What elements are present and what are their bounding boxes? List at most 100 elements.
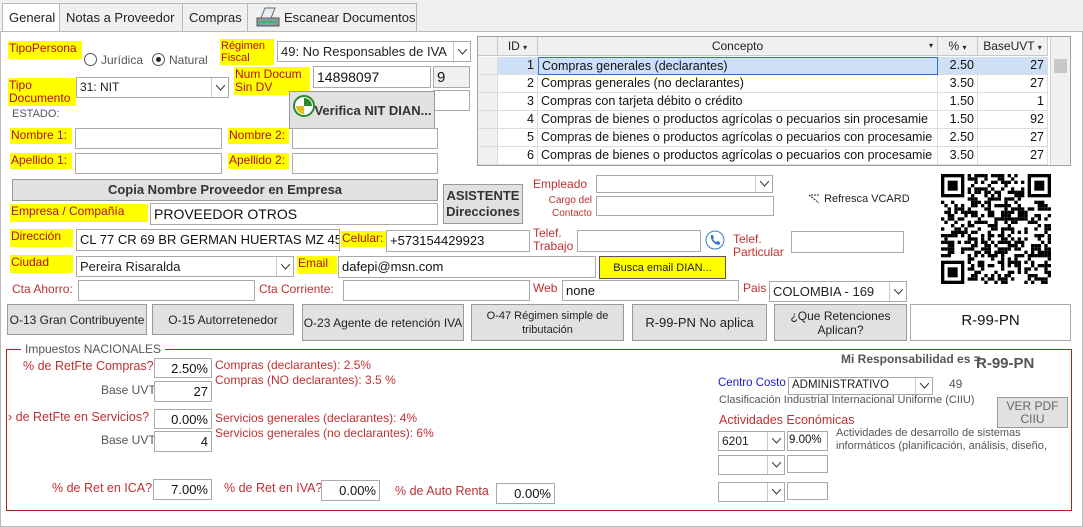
phone-icon[interactable] bbox=[705, 230, 725, 250]
tab-compras[interactable]: Compras bbox=[182, 3, 248, 32]
table-cell-pct[interactable]: 3.50 bbox=[938, 75, 978, 93]
impuestos-legend: Impuestos NACIONALES bbox=[21, 342, 166, 356]
table-cell-pct[interactable]: 1.50 bbox=[938, 111, 978, 129]
base-uvt-compras-input[interactable]: 27 bbox=[154, 381, 212, 402]
centro-costo-label: Centro Costo bbox=[718, 377, 786, 389]
tab-notas-proveedor[interactable]: Notas a Proveedor bbox=[59, 3, 183, 32]
responsabilidad-field: R-99-PN bbox=[910, 304, 1071, 341]
table-cell-concepto[interactable]: Compras de bienes o productos agrícolas … bbox=[538, 129, 938, 147]
radio-natural[interactable] bbox=[152, 53, 165, 66]
radio-juridica[interactable] bbox=[84, 53, 97, 66]
telef-trabajo-label: Telef. Trabajo bbox=[533, 226, 574, 253]
que-retenciones-aplican-button[interactable]: ¿Que Retenciones Aplican? bbox=[774, 304, 907, 341]
table-cell-uvt[interactable]: 92 bbox=[978, 111, 1048, 129]
tab-escanear-documentos[interactable]: Escanear Documentos bbox=[247, 3, 417, 32]
refresca-vcard-button[interactable]: Refresca VCARD bbox=[807, 193, 910, 205]
table-cell-uvt[interactable]: 1 bbox=[978, 93, 1048, 111]
row-selector[interactable] bbox=[478, 57, 498, 75]
empleado-select[interactable] bbox=[596, 175, 773, 193]
num-doc-input[interactable]: 14898097 bbox=[313, 66, 431, 88]
web-input[interactable]: none bbox=[562, 280, 739, 301]
ver-pdf-ciiu-button[interactable]: VER PDF CIIU bbox=[997, 397, 1068, 428]
nombre1-input[interactable] bbox=[75, 128, 222, 149]
centro-costo-num: 49 bbox=[949, 377, 963, 391]
cta-ahorro-input[interactable] bbox=[78, 280, 255, 301]
telef-particular-input[interactable] bbox=[791, 231, 904, 253]
apellido1-input[interactable] bbox=[75, 153, 222, 174]
o23-agente-retencion-iva-button[interactable]: O-23 Agente de retención IVA bbox=[302, 304, 464, 341]
actividad1-code-select[interactable]: 6201 bbox=[718, 431, 785, 451]
table-scrollbar[interactable] bbox=[1050, 37, 1070, 165]
pais-value: COLOMBIA - 169 bbox=[773, 284, 875, 299]
direccion-input[interactable]: CL 77 CR 69 BR GERMAN HUERTAS MZ 45 bbox=[76, 229, 340, 251]
table-cell-concepto[interactable]: Compras con tarjeta débito o crédito bbox=[538, 93, 938, 111]
table-cell-uvt[interactable]: 27 bbox=[978, 129, 1048, 147]
o15-autorretenedor-button[interactable]: O-15 Autorretenedor bbox=[152, 304, 294, 335]
table-cell-pct[interactable]: 1.50 bbox=[938, 93, 978, 111]
ret-iva-input[interactable]: 0.00% bbox=[321, 480, 380, 501]
column-header-concepto[interactable]: Concepto ▾ bbox=[538, 37, 938, 56]
table-cell-concepto[interactable]: Compras generales (no declarantes) bbox=[538, 75, 938, 93]
row-selector[interactable] bbox=[478, 75, 498, 93]
column-header-id[interactable]: ID ▾ bbox=[498, 37, 538, 56]
table-cell-id[interactable]: 6 bbox=[498, 147, 538, 165]
ciudad-select[interactable]: Pereira Risaralda bbox=[76, 256, 294, 277]
table-cell-pct[interactable]: 2.50 bbox=[938, 57, 978, 75]
table-cell-concepto[interactable]: Compras generales (declarantes) bbox=[538, 57, 938, 75]
actividad2-code-select[interactable] bbox=[718, 455, 785, 475]
table-cell-id[interactable]: 3 bbox=[498, 93, 538, 111]
nombre2-input[interactable] bbox=[292, 128, 438, 149]
table-cell-id[interactable]: 2 bbox=[498, 75, 538, 93]
busca-email-button[interactable]: Busca email DIAN... bbox=[599, 256, 726, 279]
retencion-conceptos-table[interactable]: ID ▾ Concepto ▾ % ▾ BaseUVT ▾ 1 Compras ge… bbox=[477, 36, 1071, 166]
retfte-servicios-input[interactable]: 0.00% bbox=[154, 409, 212, 429]
actividad1-code: 6201 bbox=[722, 434, 749, 448]
actividad2-pct-input[interactable] bbox=[787, 455, 828, 473]
asistente-direcciones-button[interactable]: ASISTENTE Direcciones bbox=[443, 184, 523, 224]
r99-pn-no-aplica-button[interactable]: R-99-PN No aplica bbox=[632, 304, 767, 341]
table-cell-uvt[interactable]: 27 bbox=[978, 57, 1048, 75]
row-selector[interactable] bbox=[478, 111, 498, 129]
regimen-select[interactable]: 49: No Responsables de IVA bbox=[277, 41, 471, 62]
cta-corriente-input[interactable] bbox=[343, 280, 530, 301]
o13-gran-contribuyente-button[interactable]: O-13 Gran Contribuyente bbox=[7, 304, 147, 335]
actividad3-pct-input[interactable] bbox=[787, 482, 828, 500]
celular-input[interactable]: +573154429923 bbox=[386, 230, 530, 252]
copia-nombre-button[interactable]: Copia Nombre Proveedor en Empresa bbox=[12, 179, 438, 201]
column-header-baseuvt[interactable]: BaseUVT ▾ bbox=[978, 37, 1048, 56]
empresa-input[interactable]: PROVEEDOR OTROS bbox=[150, 203, 438, 225]
chevron-down-icon bbox=[453, 42, 470, 61]
email-input[interactable]: dafepi@msn.com bbox=[338, 256, 596, 278]
mi-responsabilidad-label: Mi Responsabilidad es = bbox=[841, 352, 981, 366]
column-header-pct[interactable]: % ▾ bbox=[938, 37, 978, 56]
table-cell-pct[interactable]: 3.50 bbox=[938, 147, 978, 165]
pais-select[interactable]: COLOMBIA - 169 bbox=[769, 281, 907, 302]
cta-ahorro-label: Cta Ahorro: bbox=[12, 282, 73, 296]
actividad1-pct-input[interactable]: 9.00% bbox=[787, 431, 828, 451]
tipo-documento-select[interactable]: 31: NIT bbox=[76, 77, 229, 98]
table-cell-id[interactable]: 5 bbox=[498, 129, 538, 147]
centro-costo-select[interactable]: ADMINISTRATIVO bbox=[788, 377, 933, 395]
tab-general[interactable]: General bbox=[2, 3, 60, 33]
verifica-nit-button[interactable]: Verifica NIT DIAN... bbox=[289, 91, 435, 129]
table-cell-uvt[interactable]: 27 bbox=[978, 147, 1048, 165]
row-selector[interactable] bbox=[478, 129, 498, 147]
cargo-input[interactable] bbox=[596, 196, 774, 216]
o47-regimen-simple-button[interactable]: O-47 Régimen simple de tributación bbox=[471, 304, 624, 341]
table-cell-pct[interactable]: 2.50 bbox=[938, 129, 978, 147]
auto-renta-input[interactable]: 0.00% bbox=[496, 483, 555, 504]
retfte-compras-input[interactable]: 2.50% bbox=[154, 358, 212, 378]
table-cell-uvt[interactable]: 27 bbox=[978, 75, 1048, 93]
row-selector[interactable] bbox=[478, 147, 498, 165]
table-cell-concepto[interactable]: Compras de bienes o productos agrícolas … bbox=[538, 111, 938, 129]
table-cell-id[interactable]: 4 bbox=[498, 111, 538, 129]
row-selector[interactable] bbox=[478, 93, 498, 111]
telef-trabajo-input[interactable] bbox=[577, 230, 701, 252]
base-uvt-servicios-input[interactable]: 4 bbox=[154, 431, 212, 452]
ret-ica-input[interactable]: 7.00% bbox=[153, 479, 212, 500]
apellido2-input[interactable] bbox=[292, 153, 438, 174]
table-cell-id[interactable]: 1 bbox=[498, 57, 538, 75]
table-cell-concepto[interactable]: Compras de bienes o productos agrícolas … bbox=[538, 147, 938, 165]
actividad3-code-select[interactable] bbox=[718, 482, 785, 502]
scrollbar-thumb[interactable] bbox=[1054, 59, 1067, 73]
